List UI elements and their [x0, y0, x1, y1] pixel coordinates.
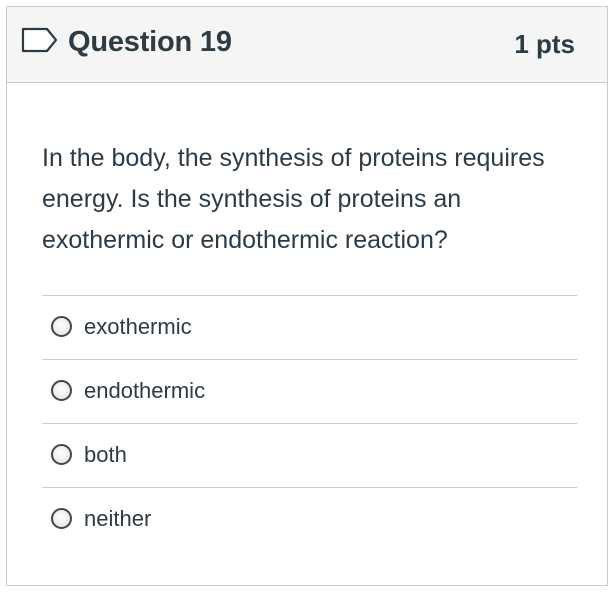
answer-option-both[interactable]: both: [42, 424, 577, 488]
question-text: In the body, the synthesis of proteins r…: [42, 144, 545, 254]
answer-label[interactable]: exothermic: [84, 314, 192, 340]
answer-label[interactable]: neither: [84, 506, 151, 532]
radio-button[interactable]: [51, 444, 72, 465]
question-header: Question 19 1 pts: [7, 7, 607, 83]
answer-list: exothermic endothermic both neither: [42, 295, 577, 552]
radio-button[interactable]: [51, 508, 72, 529]
answer-option-endothermic[interactable]: endothermic: [42, 360, 577, 424]
question-points: 1 pts: [514, 29, 575, 59]
radio-button[interactable]: [51, 316, 72, 337]
answer-label[interactable]: both: [84, 442, 127, 468]
answer-option-exothermic[interactable]: exothermic: [42, 296, 577, 360]
answer-label[interactable]: endothermic: [84, 378, 205, 404]
question-card: Question 19 1 pts In the body, the synth…: [6, 6, 608, 586]
answer-option-neither[interactable]: neither: [42, 488, 577, 552]
question-title: Question 19: [68, 26, 232, 58]
flag-question-icon[interactable]: [21, 27, 59, 53]
radio-button[interactable]: [51, 380, 72, 401]
